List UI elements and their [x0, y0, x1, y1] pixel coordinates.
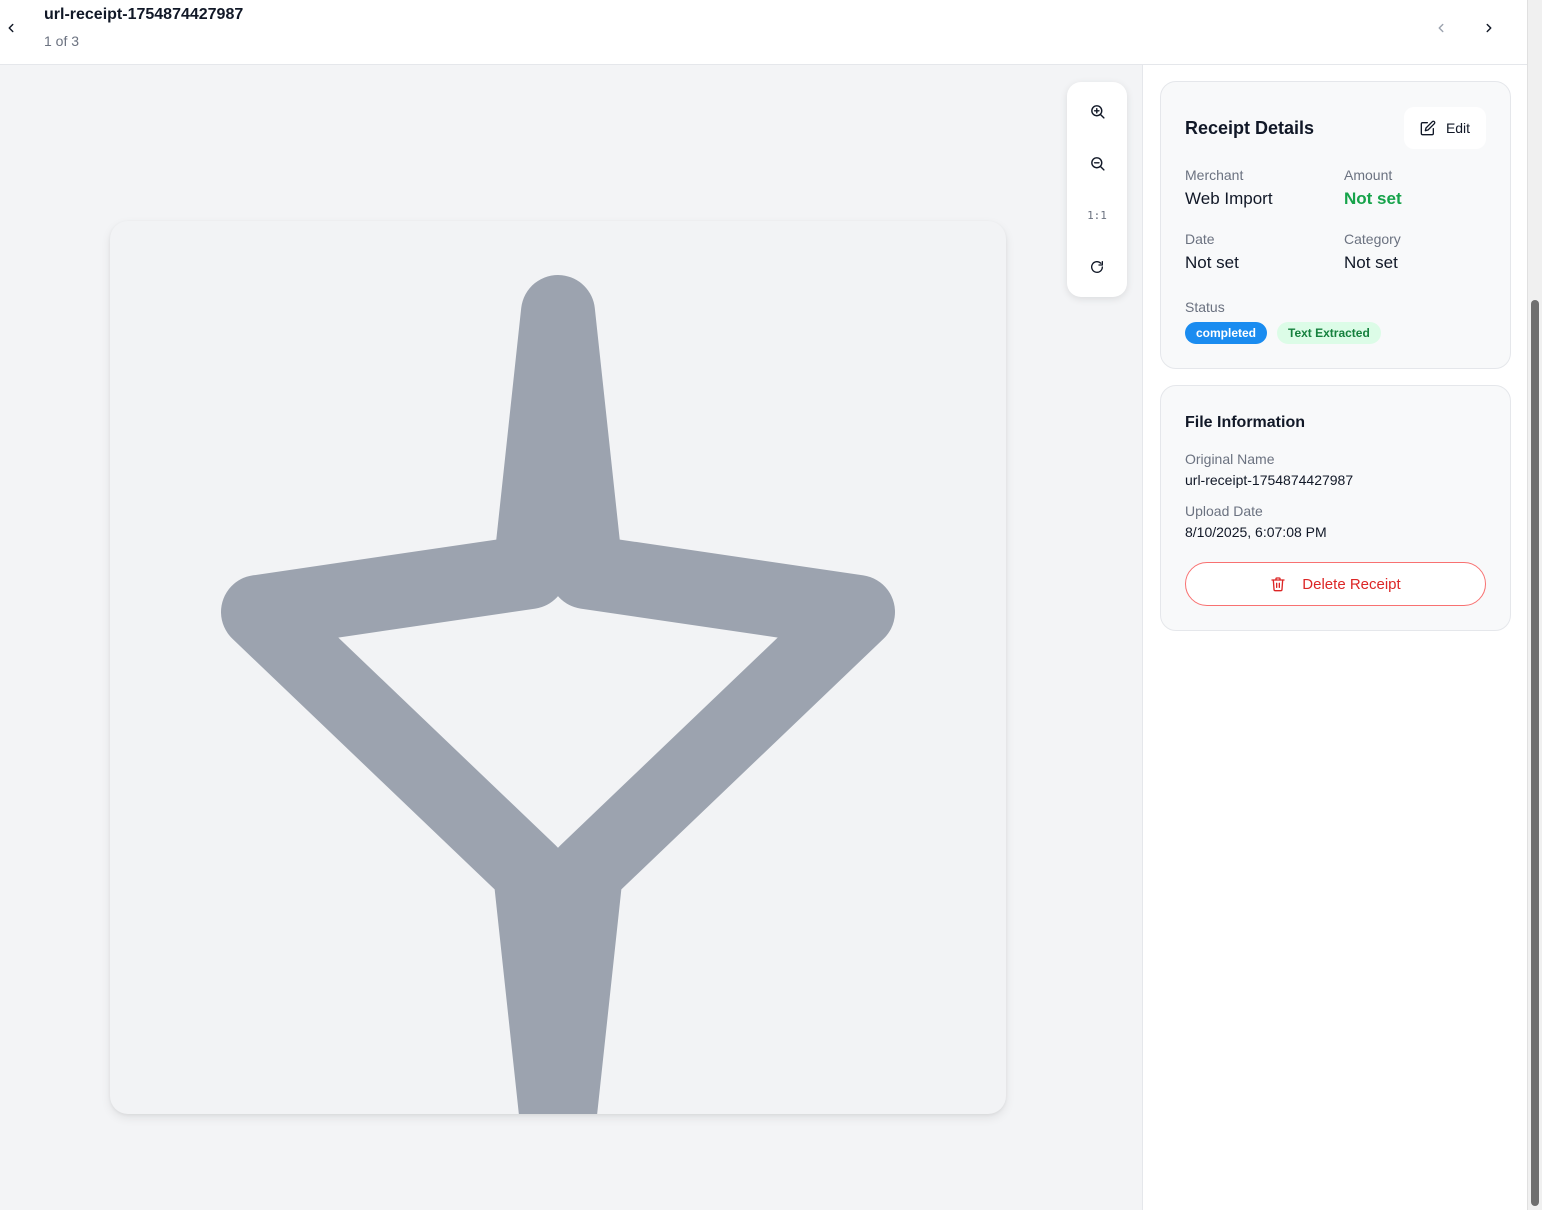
- rotate-icon: [1091, 261, 1103, 273]
- amount-value: Not set: [1344, 189, 1402, 208]
- zoom-in-icon: [1090, 104, 1105, 119]
- previous-receipt-button[interactable]: [1427, 14, 1455, 42]
- amount-label: Amount: [1344, 167, 1393, 183]
- receipt-image[interactable]: [110, 221, 1006, 1114]
- merchant-label: Merchant: [1185, 167, 1244, 183]
- scrollbar-thumb[interactable]: [1531, 300, 1539, 1206]
- page-title: url-receipt-1754874427987: [44, 6, 244, 23]
- sparkle-icon: [221, 275, 895, 1114]
- next-receipt-button[interactable]: [1475, 14, 1503, 42]
- merchant-value: Web Import: [1185, 189, 1273, 208]
- chevron-left-icon: [8, 23, 14, 33]
- file-information-card: File Information Original Name url-recei…: [1160, 385, 1511, 631]
- upload-date-value: 8/10/2025, 6:07:08 PM: [1185, 524, 1327, 540]
- delete-receipt-label: Delete Receipt: [1302, 575, 1401, 593]
- text-extracted-badge: Text Extracted: [1277, 322, 1381, 344]
- upload-date-label: Upload Date: [1185, 503, 1263, 519]
- status-label: Status: [1185, 299, 1225, 315]
- chevron-right-icon: [1486, 23, 1492, 33]
- chevron-left-icon: [1438, 23, 1444, 33]
- edit-button[interactable]: Edit: [1404, 107, 1486, 149]
- edit-label: Edit: [1445, 120, 1471, 136]
- edit-icon: [1420, 120, 1436, 136]
- original-name-value: url-receipt-1754874427987: [1185, 472, 1354, 488]
- zoom-in-button[interactable]: [1077, 91, 1117, 131]
- file-information-title: File Information: [1185, 414, 1305, 431]
- category-label: Category: [1344, 231, 1401, 247]
- date-label: Date: [1185, 231, 1215, 247]
- zoom-out-button[interactable]: [1077, 143, 1117, 183]
- zoom-toolbar: 1:1: [1067, 82, 1127, 297]
- delete-receipt-button[interactable]: Delete Receipt: [1185, 562, 1486, 606]
- rotate-button[interactable]: [1077, 247, 1117, 287]
- status-badge: completed: [1185, 322, 1268, 344]
- header-bar: url-receipt-1754874427987 1 of 3: [0, 0, 1527, 65]
- scrollbar[interactable]: [1527, 0, 1542, 1210]
- date-value: Not set: [1185, 253, 1239, 272]
- reset-zoom-button[interactable]: 1:1: [1077, 195, 1117, 235]
- receipt-details-title: Receipt Details: [1185, 118, 1315, 138]
- original-name-label: Original Name: [1185, 451, 1275, 467]
- category-value: Not set: [1344, 253, 1398, 272]
- details-panel: Receipt Details Edit Merchant Web Import…: [1144, 65, 1527, 1210]
- back-button[interactable]: [0, 14, 22, 42]
- page-counter: 1 of 3: [44, 33, 80, 49]
- trash-icon: [1271, 577, 1285, 592]
- zoom-out-icon: [1090, 156, 1105, 171]
- receipt-viewer: 1:1: [0, 65, 1143, 1210]
- receipt-details-card: Receipt Details Edit Merchant Web Import…: [1160, 81, 1511, 369]
